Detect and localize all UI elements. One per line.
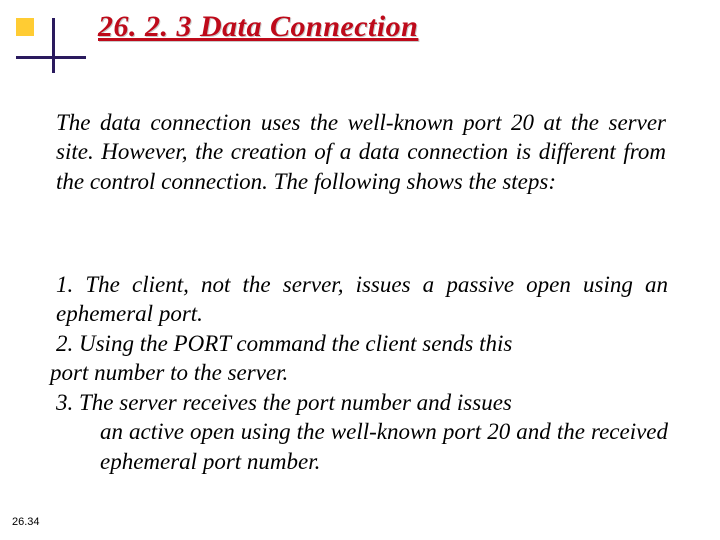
intro-paragraph: The data connection uses the well-known … bbox=[56, 108, 666, 196]
step-2-line2: port number to the server. bbox=[48, 358, 668, 387]
decor-line-vertical bbox=[52, 18, 55, 73]
step-3-line1: 3. The server receives the port number a… bbox=[48, 388, 668, 417]
step-1: 1. The client, not the server, issues a … bbox=[48, 270, 668, 329]
section-title: 26. 2. 3 Data Connection bbox=[98, 10, 418, 44]
decor-line-horizontal bbox=[16, 56, 86, 59]
steps-list: 1. The client, not the server, issues a … bbox=[48, 270, 668, 476]
page-number: 26.34 bbox=[12, 516, 40, 528]
step-3-rest: an active open using the well-known port… bbox=[48, 417, 668, 476]
title-bullet-decor bbox=[16, 18, 60, 62]
decor-square bbox=[16, 18, 34, 36]
step-2-line1: 2. Using the PORT command the client sen… bbox=[48, 329, 668, 358]
